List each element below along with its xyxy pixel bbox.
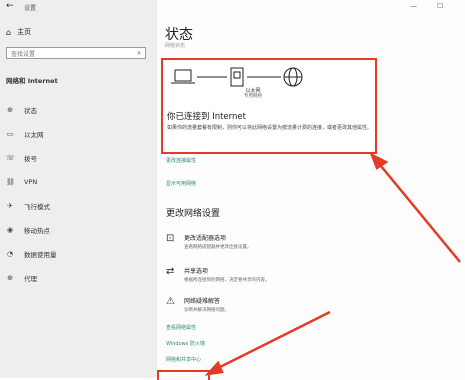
- option-title: 网络疑难解答: [184, 298, 221, 305]
- sidebar-section-label: 网络和 Internet: [6, 77, 58, 85]
- ethernet-icon: [230, 67, 244, 87]
- sidebar-item-label: VPN: [24, 178, 38, 186]
- airplane-icon: ✈: [7, 202, 13, 210]
- sidebar-item-label: 拨号: [24, 155, 37, 163]
- back-arrow-icon[interactable]: ←: [6, 1, 14, 11]
- sharing-icon: ⇄: [166, 266, 175, 277]
- connection-description: 如果你的流量套餐有限制，则你可以将此网络设置为按流量计费的连接，或者更改其他属性…: [167, 125, 373, 131]
- sidebar-item-ethernet[interactable]: ▭ 以太网: [0, 122, 157, 146]
- phone-icon: ☏: [6, 154, 15, 162]
- page-subtitle: 网络状态: [165, 43, 186, 49]
- network-status-card: 以太网 专用网络 你已连接到 Internet 如果你的流量套餐有限制，则你可以…: [161, 58, 377, 154]
- home-icon: ⌂: [6, 27, 12, 37]
- page-title: 状态: [165, 27, 193, 43]
- hotspot-icon: ◉: [6, 226, 14, 234]
- troubleshoot-option[interactable]: ⚠ 网络疑难解答 诊断并解决网络问题。: [166, 296, 229, 313]
- connection-status-text: 你已连接到 Internet: [167, 112, 246, 122]
- sidebar-item-airplane[interactable]: ✈ 飞行模式: [0, 194, 157, 218]
- sidebar-item-label: 移动热点: [24, 227, 50, 235]
- adapter-options[interactable]: ⊡ 更改适配器选项 查看网络适配器并更改连接设置。: [166, 233, 252, 250]
- sidebar-item-vpn[interactable]: ⛓ VPN: [0, 170, 157, 194]
- minimize-button[interactable]: —: [410, 2, 417, 10]
- option-title: 更改适配器选项: [184, 235, 227, 242]
- adapter-icon: ⊡: [166, 233, 175, 244]
- option-title: 共享选项: [184, 268, 209, 275]
- sidebar-item-label: 以太网: [24, 131, 44, 139]
- sidebar-item-status[interactable]: ⊕ 状态: [0, 98, 157, 122]
- globe-icon: ⊕: [7, 106, 13, 114]
- sidebar-item-data-usage[interactable]: ◔ 数据使用量: [0, 242, 157, 266]
- sidebar-item-proxy[interactable]: ⊕ 代理: [0, 266, 157, 290]
- view-properties-link[interactable]: 查看网络属性: [166, 324, 196, 331]
- search-placeholder: 查找设置: [11, 50, 36, 58]
- sharing-center-link[interactable]: 网络和共享中心: [166, 356, 201, 363]
- sidebar-item-label: 状态: [24, 107, 37, 115]
- warning-icon: ⚠: [166, 296, 175, 307]
- change-properties-link[interactable]: 更改连接属性: [166, 157, 196, 164]
- title-bar: ← 设置: [0, 0, 157, 14]
- sidebar: ← 设置 ⌂ 主页 查找设置 ⌕ 网络和 Internet ⊕ 状态 ▭ 以太网…: [0, 0, 157, 378]
- ethernet-sublabel: 专用网络: [244, 94, 262, 99]
- sidebar-item-label: 数据使用量: [24, 251, 57, 259]
- sidebar-item-dialup[interactable]: ☏ 拨号: [0, 146, 157, 170]
- data-usage-icon: ◔: [6, 250, 14, 258]
- sidebar-item-label: 飞行模式: [24, 203, 50, 211]
- home-label: 主页: [17, 28, 32, 36]
- sidebar-nav: ⊕ 状态 ▭ 以太网 ☏ 拨号 ⛓ VPN ✈ 飞行模式 ◉ 移动热点 ◔ 数据…: [0, 98, 157, 290]
- monitor-icon: ▭: [6, 130, 14, 138]
- option-desc: 诊断并解决网络问题。: [184, 308, 229, 313]
- window-title: 设置: [24, 5, 37, 12]
- firewall-link[interactable]: Windows 防火墙: [166, 340, 205, 347]
- sidebar-item-hotspot[interactable]: ◉ 移动热点: [0, 218, 157, 242]
- sharing-options[interactable]: ⇄ 共享选项 根据所连接到的网络，决定要共享的内容。: [166, 266, 270, 283]
- sidebar-item-label: 代理: [24, 275, 37, 283]
- connection-diagram: [171, 67, 303, 87]
- main-panel: [157, 0, 465, 378]
- sidebar-home[interactable]: ⌂ 主页: [6, 27, 31, 37]
- search-input[interactable]: 查找设置 ⌕: [6, 47, 146, 59]
- option-desc: 根据所连接到的网络，决定要共享的内容。: [184, 278, 270, 283]
- show-networks-link[interactable]: 显示可用网络: [166, 180, 196, 187]
- maximize-button[interactable]: ☐: [437, 2, 443, 10]
- vpn-icon: ⛓: [6, 178, 15, 186]
- laptop-icon: [171, 69, 195, 84]
- globe-icon: ⊕: [7, 274, 13, 282]
- search-icon[interactable]: ⌕: [137, 49, 141, 58]
- change-network-settings-title: 更改网络设置: [166, 209, 221, 219]
- highlight-box: [157, 370, 210, 380]
- globe-icon: [283, 67, 303, 87]
- option-desc: 查看网络适配器并更改连接设置。: [184, 245, 252, 250]
